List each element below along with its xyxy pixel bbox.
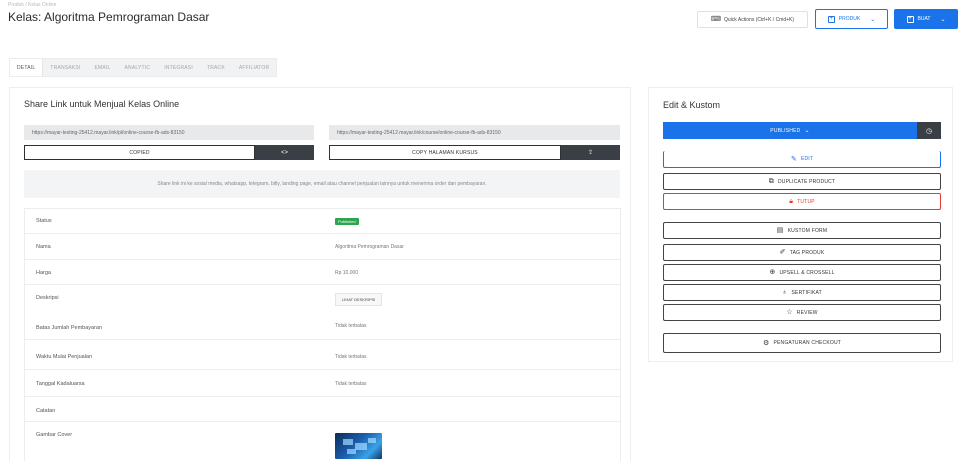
history-icon[interactable]: ◷ <box>917 122 941 139</box>
copy-link-button[interactable]: COPIED <box>24 145 255 160</box>
nama-label: Nama <box>36 244 51 250</box>
course-link-field[interactable]: https://mayar-testing-25412.mayar.link/c… <box>329 125 620 140</box>
tab-bar: DETAIL TRANSAKSI EMAIL ANALYTIC INTEGRAS… <box>9 58 278 77</box>
upsell-crossell-button[interactable]: ⊕ UPSELL & CROSSELL <box>663 264 941 281</box>
edit-button[interactable]: ✎ EDIT <box>663 151 941 168</box>
edit-label: EDIT <box>800 156 814 162</box>
batas-value: Tidak terbatas <box>335 323 367 329</box>
harga-value: Rp 10.000 <box>335 270 359 276</box>
lock-icon: 🔒︎ <box>789 198 794 205</box>
tanggal-label: Tanggal Kadaluarsa <box>36 381 85 387</box>
cover-image[interactable] <box>335 433 382 459</box>
publish-label: PUBLISHED <box>770 127 801 134</box>
status-label: Status <box>36 218 52 224</box>
deskripsi-label: Deskripsi <box>36 295 59 301</box>
status-badge: Published <box>335 218 359 225</box>
kustom-form-button[interactable]: ▤ KUSTOM FORM <box>663 222 941 239</box>
upsell-icon: ⊕ <box>769 269 776 276</box>
copy-link-row: COPIED <> <box>24 145 314 160</box>
share-icon[interactable]: ⇪ <box>561 145 620 160</box>
detail-table: Status Published Nama Algoritma Pemrogra… <box>24 208 621 461</box>
checkout-label: PENGATURAN CHECKOUT <box>773 340 842 346</box>
pengaturan-checkout-button[interactable]: ⚙ PENGATURAN CHECKOUT <box>663 333 941 353</box>
chevron-down-icon: ⌄ <box>940 16 946 23</box>
share-info-text: Share link ini ke sosial media, whatsapp… <box>24 170 620 198</box>
edit-panel: Edit & Kustom PUBLISHED ⌄ ◷ ✎ EDIT ⧉ DUP… <box>648 87 953 362</box>
produk-label: PRODUK <box>838 16 861 22</box>
plus-icon: + <box>906 15 914 23</box>
duplicate-product-button[interactable]: ⧉ DUPLICATE PRODUCT <box>663 173 941 190</box>
pencil-icon: ✎ <box>790 155 797 163</box>
sertifikat-label: SERTIFIKAT <box>791 289 822 296</box>
edit-panel-title: Edit & Kustom <box>663 100 721 110</box>
nama-value: Algoritma Pemrograman Dasar <box>335 244 404 250</box>
table-row: Waktu Mulai Penjualan Tidak terbatas <box>25 340 620 370</box>
copy-course-row: COPY HALAMAN KURSUS ⇪ <box>329 145 620 160</box>
tab-integrasi[interactable]: INTEGRASI <box>157 59 200 76</box>
tanggal-value: Tidak terbatas <box>335 381 367 387</box>
batas-label: Batas Jumlah Pembayaran <box>36 325 103 331</box>
kustom-form-label: KUSTOM FORM <box>787 227 828 234</box>
copy-icon: ⧉ <box>768 178 774 185</box>
harga-label: Harga <box>36 270 51 276</box>
plus-icon: + <box>827 15 835 23</box>
tutup-button[interactable]: 🔒︎ TUTUP <box>663 193 941 210</box>
table-row: Deskripsi LIHAT DESKRIPSI Batas Jumlah P… <box>25 285 620 340</box>
tag-produk-label: TAG PRODUK <box>789 249 825 256</box>
form-icon: ▤ <box>776 227 784 234</box>
table-row: Catatan <box>25 397 620 422</box>
review-label: REVIEW <box>796 309 818 316</box>
tab-detail[interactable]: DETAIL <box>10 59 44 76</box>
share-title: Share Link untuk Menjual Kelas Online <box>24 99 180 109</box>
tab-analytic[interactable]: ANALYTIC <box>118 59 158 76</box>
duplicate-label: DUPLICATE PRODUCT <box>778 178 836 185</box>
publish-status-button[interactable]: PUBLISHED ⌄ <box>663 122 917 139</box>
quick-actions-button[interactable]: ⌨ Quick Actions (Ctrl+K / Cmd+K) <box>697 11 808 28</box>
tab-track[interactable]: TRACK <box>200 59 232 76</box>
table-row: Nama Algoritma Pemrograman Dasar <box>25 234 620 260</box>
tab-affiliator[interactable]: AFFILIATOR <box>232 59 276 76</box>
chevron-down-icon: ⌄ <box>804 128 810 134</box>
publish-row: PUBLISHED ⌄ ◷ <box>663 122 941 139</box>
tab-email[interactable]: EMAIL <box>87 59 117 76</box>
certificate-icon: ♁ <box>782 289 788 296</box>
produk-button[interactable]: + PRODUK ⌄ <box>815 9 888 29</box>
cover-label: Gambar Cover <box>36 432 73 438</box>
table-row: Harga Rp 10.000 <box>25 260 620 285</box>
payment-link-field[interactable]: https://mayar-testing-25412.mayar.link/p… <box>24 125 314 140</box>
table-row: Tanggal Kadaluarsa Tidak terbatas <box>25 370 620 397</box>
lihat-deskripsi-button[interactable]: LIHAT DESKRIPSI <box>335 293 383 306</box>
review-button[interactable]: ☆ REVIEW <box>663 304 941 321</box>
table-row: Gambar Cover <box>25 422 620 461</box>
waktu-label: Waktu Mulai Penjualan <box>36 354 93 360</box>
tag-icon: ✐ <box>779 249 786 256</box>
chevron-down-icon: ⌄ <box>870 16 876 23</box>
waktu-value: Tidak terbatas <box>335 354 367 360</box>
breadcrumb: Produk / Kelas Online <box>8 2 57 8</box>
catatan-label: Catatan <box>36 408 56 414</box>
tab-transaksi[interactable]: TRANSAKSI <box>43 59 87 76</box>
keyboard-icon: ⌨ <box>710 16 722 23</box>
page-title: Kelas: Algoritma Pemrograman Dasar <box>8 10 210 24</box>
copy-course-button[interactable]: COPY HALAMAN KURSUS <box>329 145 561 160</box>
star-icon: ☆ <box>786 309 793 316</box>
quick-actions-label: Quick Actions (Ctrl+K / Cmd+K) <box>724 16 795 23</box>
code-icon[interactable]: <> <box>255 145 314 160</box>
gear-icon: ⚙ <box>762 339 770 347</box>
table-row: Status Published <box>25 209 620 234</box>
buat-button[interactable]: + BUAT ⌄ <box>894 9 958 29</box>
detail-panel: Share Link untuk Menjual Kelas Online ht… <box>9 87 631 461</box>
sertifikat-button[interactable]: ♁ SERTIFIKAT <box>663 284 941 301</box>
tag-produk-button[interactable]: ✐ TAG PRODUK <box>663 244 941 261</box>
upsell-label: UPSELL & CROSSELL <box>779 269 835 276</box>
buat-label: BUAT <box>917 16 931 22</box>
tutup-label: TUTUP <box>797 198 815 205</box>
